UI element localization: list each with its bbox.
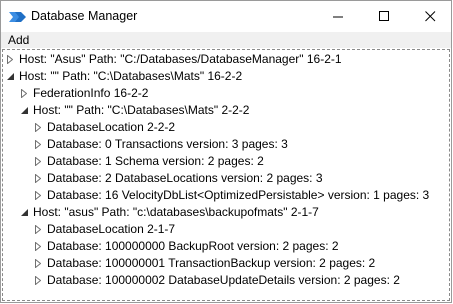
minimize-button[interactable] bbox=[315, 1, 361, 32]
tree-node-label: DatabaseLocation 2-2-2 bbox=[47, 120, 176, 134]
close-button[interactable] bbox=[407, 1, 453, 32]
collapsed-arrow-icon[interactable] bbox=[19, 85, 29, 102]
collapsed-arrow-icon[interactable] bbox=[33, 187, 43, 204]
tree-node-label: Host: "" Path: "C:\Databases\Mats" 2-2-2 bbox=[33, 103, 250, 117]
tree-node-label: Database: 100000002 DatabaseUpdateDetail… bbox=[47, 273, 400, 287]
tree-node-label: Host: "Asus" Path: "C:/Databases/Databas… bbox=[19, 52, 342, 66]
tree-node-label: DatabaseLocation 2-1-7 bbox=[47, 222, 176, 236]
collapsed-arrow-icon[interactable] bbox=[33, 153, 43, 170]
collapsed-arrow-icon[interactable] bbox=[5, 51, 15, 68]
database-tree-view[interactable]: Host: "Asus" Path: "C:/Databases/Databas… bbox=[2, 49, 450, 301]
collapsed-arrow-icon[interactable] bbox=[33, 136, 43, 153]
tree-node-label: Host: "asus" Path: "c:\databases\backupo… bbox=[33, 205, 319, 219]
close-icon bbox=[424, 11, 435, 22]
tree-node-label: Database: 100000000 BackupRoot version: … bbox=[47, 239, 339, 253]
expanded-arrow-icon[interactable] bbox=[19, 102, 29, 119]
expanded-arrow-icon[interactable] bbox=[19, 204, 29, 221]
menu-add[interactable]: Add bbox=[8, 33, 29, 47]
tree-node-label: Database: 1 Schema version: 2 pages: 2 bbox=[47, 154, 264, 168]
tree-node-label: Database: 100000001 TransactionBackup ve… bbox=[47, 256, 376, 270]
collapsed-arrow-icon[interactable] bbox=[33, 272, 43, 289]
tree-node-label: Database: 16 VelocityDbList<OptimizedPer… bbox=[47, 188, 430, 202]
collapsed-arrow-icon[interactable] bbox=[33, 170, 43, 187]
collapsed-arrow-icon[interactable] bbox=[33, 119, 43, 136]
collapsed-arrow-icon[interactable] bbox=[33, 255, 43, 272]
expanded-arrow-icon[interactable] bbox=[5, 68, 15, 85]
tree-node-label: Host: "" Path: "C:\Databases\Mats" 16-2-… bbox=[19, 69, 243, 83]
tree-node-label: Database: 2 DatabaseLocations version: 2… bbox=[47, 171, 323, 185]
tree-node-label: FederationInfo 16-2-2 bbox=[33, 86, 149, 100]
maximize-button[interactable] bbox=[361, 1, 407, 32]
database-manager-window: Database Manager Add Host: "Asus" Path: … bbox=[0, 0, 452, 303]
title-bar[interactable]: Database Manager bbox=[1, 1, 451, 32]
app-logo-icon bbox=[9, 12, 26, 22]
menu-bar: Add bbox=[1, 32, 451, 48]
window-title: Database Manager bbox=[31, 9, 138, 23]
minimize-icon bbox=[332, 16, 343, 18]
tree-node-label: Database: 0 Transactions version: 3 page… bbox=[47, 137, 288, 151]
collapsed-arrow-icon[interactable] bbox=[33, 238, 43, 255]
collapsed-arrow-icon[interactable] bbox=[33, 221, 43, 238]
maximize-icon bbox=[378, 11, 389, 21]
